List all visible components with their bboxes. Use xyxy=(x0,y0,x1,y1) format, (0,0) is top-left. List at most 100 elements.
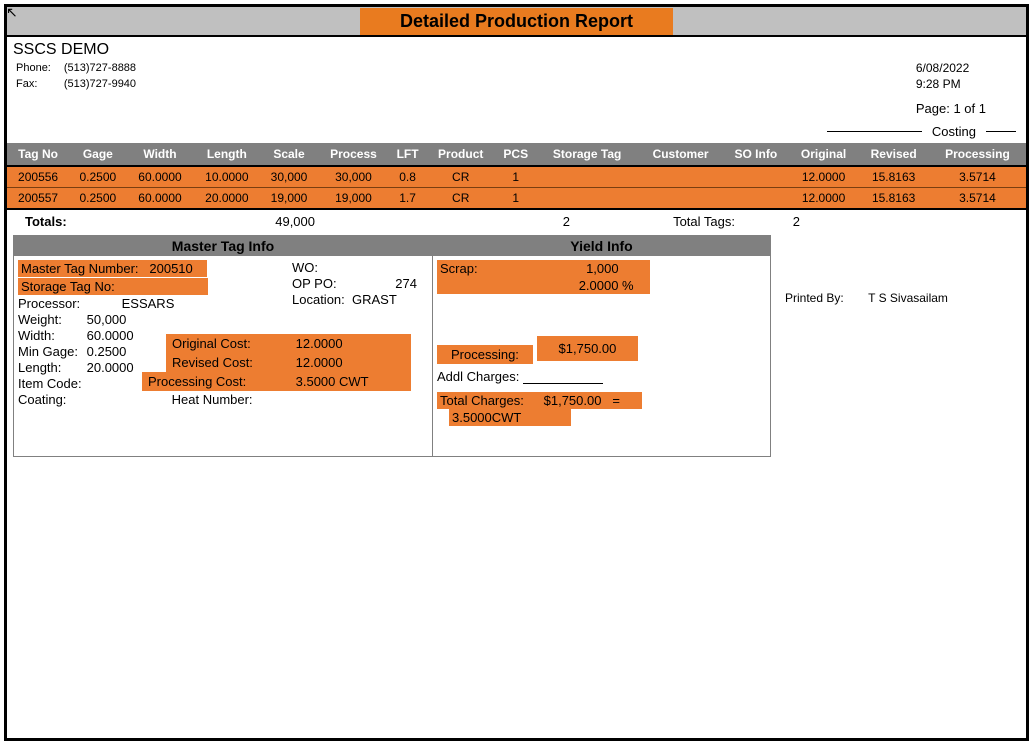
processing-amount: $1,750.00 xyxy=(537,336,639,361)
location-label: Location: xyxy=(292,292,352,307)
col-product: Product xyxy=(426,143,496,166)
cell: 200557 xyxy=(7,188,69,210)
cell: 60.0000 xyxy=(127,166,194,188)
col-width: Width xyxy=(127,143,194,166)
cell: 30,000 xyxy=(260,166,317,188)
cell: 3.5714 xyxy=(929,188,1026,210)
item-code-label: Item Code: xyxy=(18,376,82,391)
cell: 200556 xyxy=(7,166,69,188)
op-po-value: 274 xyxy=(362,276,417,291)
costing-label: Costing xyxy=(932,124,976,139)
totals-pcs: 2 xyxy=(315,214,570,229)
proc-cost-label: Processing Cost: xyxy=(148,374,292,389)
printed-by-name: T S Sivasailam xyxy=(868,291,948,305)
totals-label: Totals: xyxy=(25,214,85,229)
phone-value: (513)727-8888 xyxy=(63,61,146,75)
scrap-amount: 1,000 xyxy=(539,261,619,276)
company-name: SSCS DEMO xyxy=(13,41,148,59)
cell: 20.0000 xyxy=(193,188,260,210)
yield-panel: Yield Info Scrap: 1,000 2.0000 % Process… xyxy=(433,235,771,457)
orig-cost-value: 12.0000 xyxy=(296,336,343,351)
col-original: Original xyxy=(789,143,859,166)
table-row: 200556 0.2500 60.0000 10.0000 30,000 30,… xyxy=(7,166,1026,188)
scrap-percent: 2.0000 % xyxy=(539,278,634,293)
printed-by-label: Printed By: xyxy=(785,291,865,305)
cell: 0.8 xyxy=(389,166,426,188)
coating-label: Coating: xyxy=(18,392,168,407)
totals-tags-value: 2 xyxy=(735,214,800,229)
total-charges-amount: $1,750.00 xyxy=(544,393,602,408)
cell xyxy=(723,188,789,210)
col-lft: LFT xyxy=(389,143,426,166)
contact-info: Phone: (513)727-8888 Fax: (513)727-9940 xyxy=(13,59,148,93)
orig-cost-label: Original Cost: xyxy=(172,336,292,351)
totals-row: Totals: 49,000 2 Total Tags: 2 xyxy=(7,210,1026,235)
col-processing: Processing xyxy=(929,143,1026,166)
storage-tag: Storage Tag No: xyxy=(18,278,208,295)
rev-cost-value: 12.0000 xyxy=(296,355,343,370)
col-customer: Customer xyxy=(638,143,723,166)
cell: 15.8163 xyxy=(858,166,929,188)
col-so-info: SO Info xyxy=(723,143,789,166)
location-value: GRAST xyxy=(352,292,397,307)
cell: 15.8163 xyxy=(858,188,929,210)
scrap-label: Scrap: xyxy=(440,261,535,276)
total-rate: 3.5000CWT xyxy=(449,409,571,426)
phone-label: Phone: xyxy=(15,61,61,75)
page-number: Page: 1 of 1 xyxy=(916,101,986,116)
col-tag-no: Tag No xyxy=(7,143,69,166)
cell xyxy=(638,166,723,188)
totals-process: 49,000 xyxy=(85,214,315,229)
costing-heading: Costing xyxy=(7,124,1026,139)
cell: 19,000 xyxy=(260,188,317,210)
col-scale: Scale xyxy=(260,143,317,166)
equals-sign: = xyxy=(612,393,620,408)
width-label: Width: xyxy=(18,328,83,343)
wo-label: WO: xyxy=(292,260,362,275)
width-value: 60.0000 xyxy=(87,328,134,343)
cell: 19,000 xyxy=(318,188,390,210)
processor-value: ESSARS xyxy=(122,296,175,311)
master-panel-title: Master Tag Info xyxy=(14,236,432,256)
cell: 1.7 xyxy=(389,188,426,210)
col-gage: Gage xyxy=(69,143,126,166)
title-bar: Detailed Production Report xyxy=(7,7,1026,37)
production-table: Tag No Gage Width Length Scale Process L… xyxy=(7,143,1026,210)
storage-label: Storage Tag No: xyxy=(21,279,115,294)
min-gage-label: Min Gage: xyxy=(18,344,83,359)
master-tag-number: Master Tag Number: 200510 xyxy=(18,260,207,277)
cell: 12.0000 xyxy=(789,166,859,188)
length-value: 20.0000 xyxy=(87,360,134,375)
cell: 1 xyxy=(496,166,536,188)
processor-label: Processor: xyxy=(18,296,118,311)
rev-cost-label: Revised Cost: xyxy=(172,355,292,370)
col-storage-tag: Storage Tag xyxy=(536,143,638,166)
min-gage-value: 0.2500 xyxy=(87,344,127,359)
totals-tags-label: Total Tags: xyxy=(570,214,735,229)
fax-value: (513)727-9940 xyxy=(63,77,146,91)
report-time: 9:28 PM xyxy=(916,77,986,91)
proc-cost-value: 3.5000 CWT xyxy=(296,374,369,389)
processing-label: Processing: xyxy=(437,345,533,364)
cell: 0.2500 xyxy=(69,188,126,210)
report-date: 6/08/2022 xyxy=(916,61,986,75)
col-process: Process xyxy=(318,143,390,166)
table-header-row: Tag No Gage Width Length Scale Process L… xyxy=(7,143,1026,166)
addl-charges-line xyxy=(523,383,603,384)
col-revised: Revised xyxy=(858,143,929,166)
cell xyxy=(536,166,638,188)
fax-label: Fax: xyxy=(15,77,61,91)
cell: 12.0000 xyxy=(789,188,859,210)
weight-label: Weight: xyxy=(18,312,83,327)
cell xyxy=(723,166,789,188)
table-row: 200557 0.2500 60.0000 20.0000 19,000 19,… xyxy=(7,188,1026,210)
cell: CR xyxy=(426,166,496,188)
yield-panel-title: Yield Info xyxy=(433,236,770,256)
op-po-label: OP PO: xyxy=(292,276,362,291)
weight-value: 50,000 xyxy=(87,312,127,327)
heat-number-label: Heat Number: xyxy=(172,392,253,407)
cell: 60.0000 xyxy=(127,188,194,210)
report-title: Detailed Production Report xyxy=(360,8,673,35)
cell: CR xyxy=(426,188,496,210)
cell: 1 xyxy=(496,188,536,210)
